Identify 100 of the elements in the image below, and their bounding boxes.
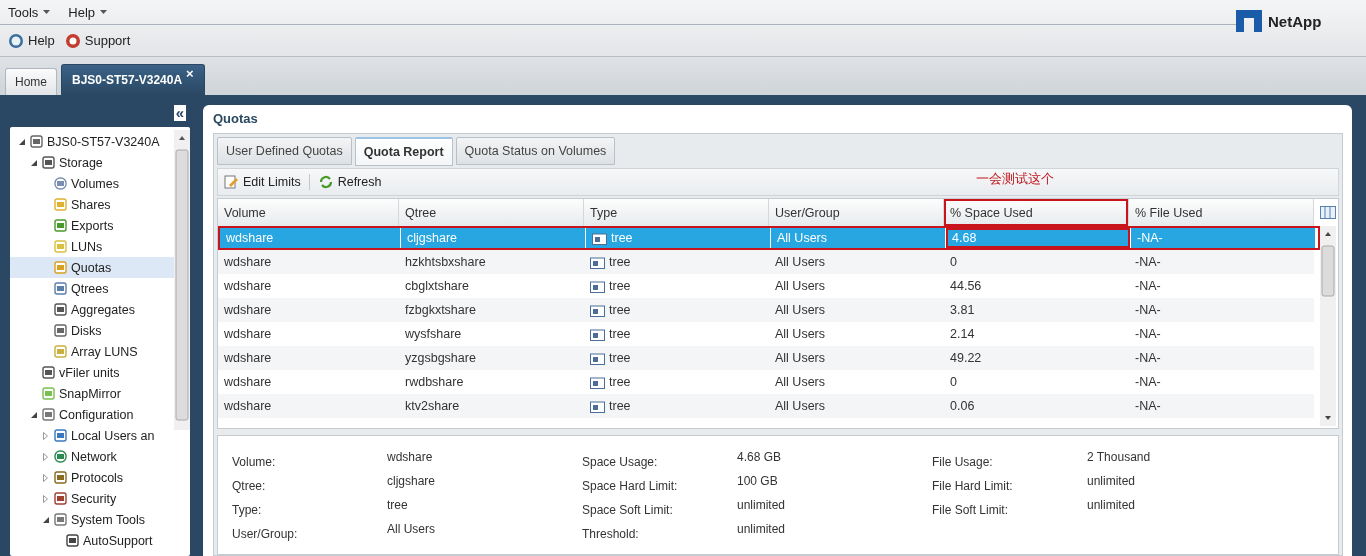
field-label: File Soft Limit:	[932, 502, 1010, 519]
column-header[interactable]: Qtree	[399, 199, 584, 226]
table-cell: wdshare	[218, 346, 399, 370]
table-cell: yzgsbgshare	[399, 346, 584, 370]
column-header[interactable]: % Space Used	[944, 199, 1129, 226]
table-cell: -NA-	[1129, 298, 1314, 322]
table-cell: tree	[586, 228, 771, 248]
close-button[interactable]: ×	[186, 66, 194, 81]
tree-item[interactable]: Local Users an	[10, 425, 174, 446]
table-cell: wdshare	[218, 250, 399, 274]
table-cell: ktv2share	[399, 394, 584, 418]
table-cell: tree	[584, 346, 769, 370]
table-cell: wdshare	[220, 228, 401, 248]
toolbar-button[interactable]: Edit Limits	[223, 174, 301, 190]
scrollbar[interactable]	[174, 130, 190, 430]
lifebuoy-icon	[64, 32, 81, 49]
tree-item[interactable]: Aggregates	[10, 299, 174, 320]
table-cell: 3.81	[944, 298, 1129, 322]
tree-item[interactable]: Shares	[10, 194, 174, 215]
tree-item[interactable]: Volumes	[10, 173, 174, 194]
collapsed-arrow-icon[interactable]	[43, 431, 48, 440]
field-value: unlimited	[1087, 474, 1137, 490]
tree-item[interactable]: AutoSupport	[10, 530, 174, 551]
caret-icon	[43, 10, 51, 14]
table-cell: All Users	[771, 228, 946, 248]
tree-item[interactable]: SnapMirror	[10, 383, 174, 404]
field-value: wdshare	[387, 450, 434, 466]
refresh-icon	[317, 174, 334, 190]
tab[interactable]: Quota Status on Volumes	[455, 137, 616, 165]
table-cell: All Users	[769, 298, 944, 322]
table-cell: tree	[584, 250, 769, 274]
table-cell: 4.68	[946, 228, 1131, 248]
field-label: Qtree:	[232, 478, 267, 495]
table-cell: All Users	[769, 250, 944, 274]
tab[interactable]: Quota Report	[354, 137, 453, 166]
tree-item[interactable]: LUNs	[10, 236, 174, 257]
column-header[interactable]: % File Used	[1129, 199, 1314, 226]
tree-item[interactable]: vFiler units	[10, 362, 174, 383]
tree-item[interactable]: Qtrees	[10, 278, 174, 299]
field-value: 4.68 GB	[737, 450, 783, 466]
field-label: Space Usage:	[582, 454, 659, 471]
field-label: Type:	[232, 502, 263, 519]
field-value: unlimited	[1087, 498, 1137, 514]
tree-item[interactable]: Network	[10, 446, 174, 467]
table-cell: 0.06	[944, 394, 1129, 418]
caret-icon	[100, 10, 108, 14]
table-cell: tree	[584, 394, 769, 418]
tree-item[interactable]: BJS0-ST57-V3240A	[10, 131, 174, 152]
edit-icon	[223, 174, 239, 190]
expanded-arrow-icon[interactable]	[42, 516, 49, 523]
table-cell: -NA-	[1129, 346, 1314, 370]
table-cell: -NA-	[1129, 394, 1314, 418]
field-value: cljgshare	[387, 474, 437, 490]
field-label: Threshold:	[582, 526, 640, 543]
tab[interactable]: BJS0-ST57-V3240A ×	[61, 64, 205, 95]
menu-item[interactable]: Help	[68, 4, 108, 20]
expanded-arrow-icon[interactable]	[30, 159, 37, 166]
tree-item[interactable]: Storage	[10, 152, 174, 173]
table-cell: wdshare	[218, 298, 399, 322]
tab[interactable]: User Defined Quotas	[217, 137, 352, 165]
collapse-button[interactable]: «	[173, 105, 186, 121]
toolbar-button[interactable]: Refresh	[317, 174, 382, 190]
tree-item[interactable]: Security	[10, 488, 174, 509]
field-value: unlimited	[737, 498, 787, 514]
tree-item[interactable]: Protocols	[10, 467, 174, 488]
tree-item[interactable]: Configuration	[10, 404, 174, 425]
field-label: File Hard Limit:	[932, 478, 1014, 495]
table-cell: All Users	[769, 346, 944, 370]
table-cell: tree	[584, 298, 769, 322]
field-value: All Users	[387, 522, 436, 538]
collapsed-arrow-icon[interactable]	[43, 494, 48, 503]
tree-item[interactable]: System Tools	[10, 509, 174, 530]
column-header[interactable]: Volume	[218, 199, 399, 226]
field-label: File Usage:	[932, 454, 994, 471]
tree-item[interactable]: Array LUNS	[10, 341, 174, 362]
tree-item[interactable]: Exports	[10, 215, 174, 236]
column-header[interactable]: Type	[584, 199, 769, 226]
tree-item[interactable]: Quotas	[10, 257, 174, 278]
table-cell: -NA-	[1129, 250, 1314, 274]
field-value: 2 Thousand	[1087, 450, 1152, 466]
field-label: Space Hard Limit:	[582, 478, 679, 495]
toolbar-link[interactable]: Help	[8, 32, 55, 49]
column-header[interactable]: User/Group	[769, 199, 944, 226]
collapsed-arrow-icon[interactable]	[43, 473, 48, 482]
expanded-arrow-icon[interactable]	[18, 138, 25, 145]
tree-item[interactable]: Disks	[10, 320, 174, 341]
collapsed-arrow-icon[interactable]	[43, 452, 48, 461]
scrollbar[interactable]	[1320, 226, 1336, 426]
logo-text: NetApp	[1268, 12, 1322, 30]
menu-item[interactable]: Tools	[8, 4, 51, 20]
expanded-arrow-icon[interactable]	[30, 411, 37, 418]
tab[interactable]: Home	[5, 68, 57, 95]
table-cell: wdshare	[218, 394, 399, 418]
table-cell: hzkhtsbxshare	[399, 250, 584, 274]
field-label: Space Soft Limit:	[582, 502, 674, 519]
toolbar-link[interactable]: Support	[64, 32, 131, 49]
table-cell: All Users	[769, 394, 944, 418]
column-chooser-icon[interactable]	[1320, 206, 1336, 219]
table-cell: 0	[944, 250, 1129, 274]
field-value: tree	[387, 498, 409, 514]
